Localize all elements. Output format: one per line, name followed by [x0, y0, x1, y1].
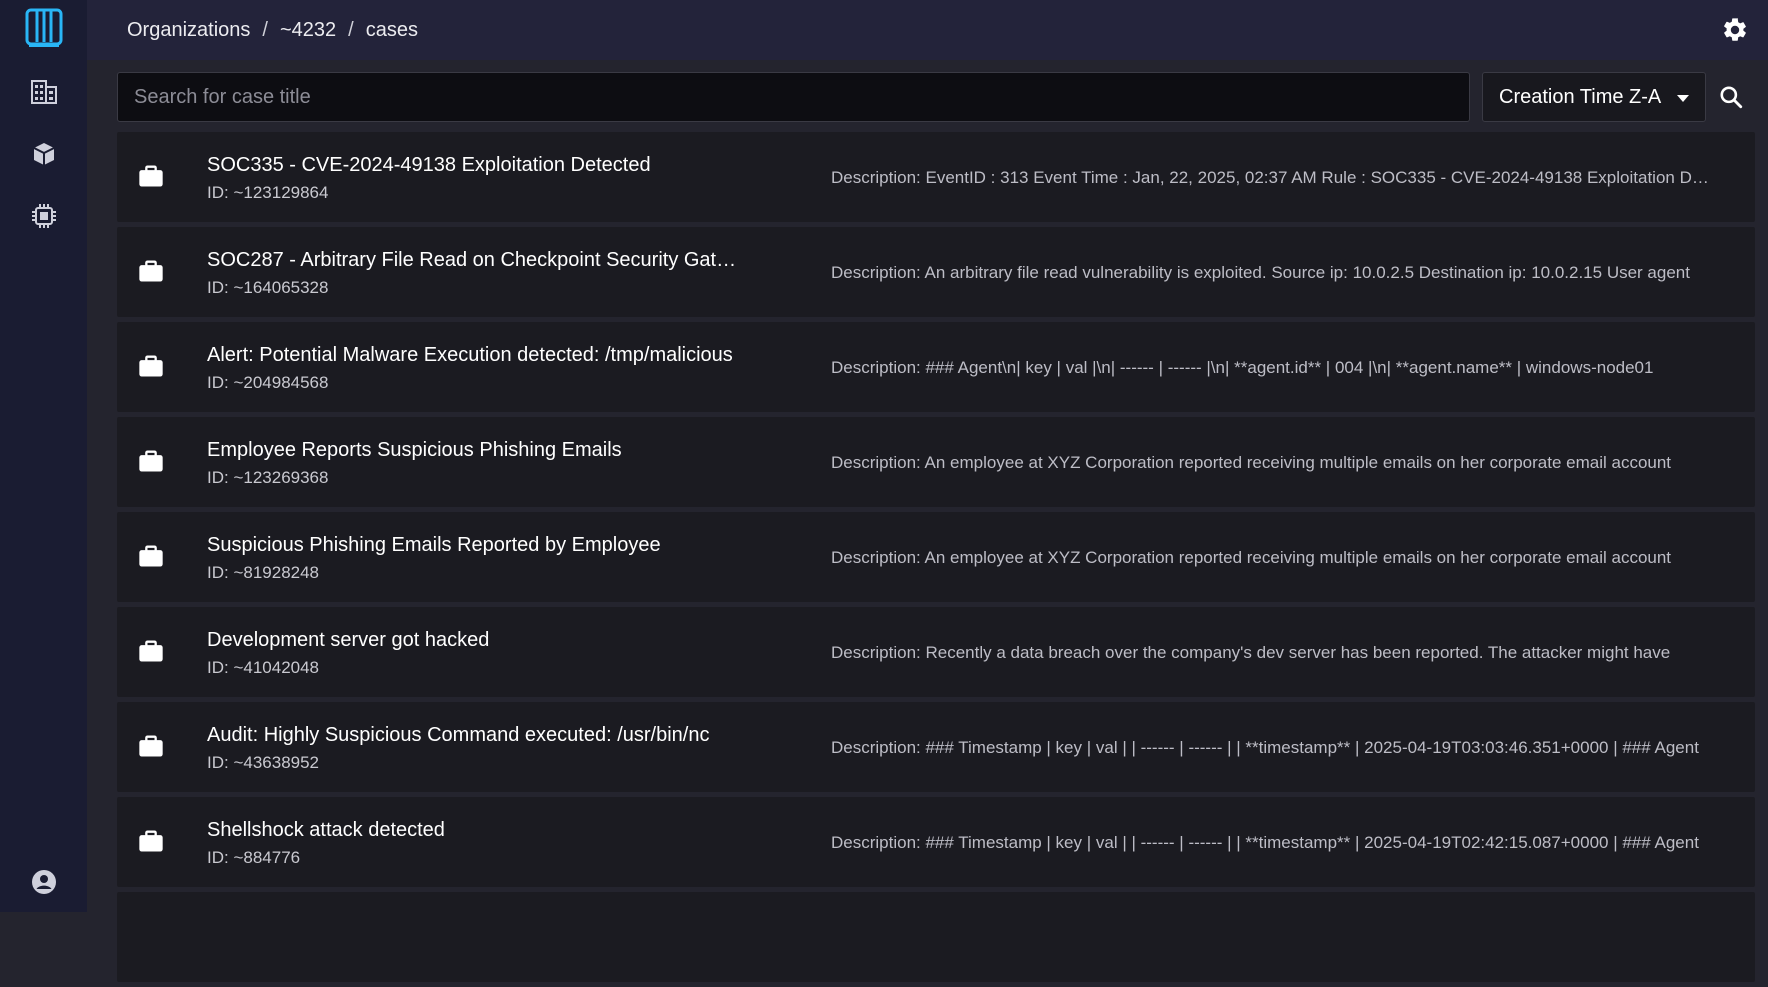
case-description: Description: An employee at XYZ Corporat…: [831, 548, 1672, 567]
case-row[interactable]: Audit: Highly Suspicious Command execute…: [117, 702, 1755, 792]
sidebar: [0, 0, 87, 912]
case-row[interactable]: SOC335 - CVE-2024-49138 Exploitation Det…: [117, 132, 1755, 222]
case-id: ID: ~884776: [207, 848, 301, 867]
top-bar: Organizations / ~4232 / cases: [87, 0, 1768, 60]
breadcrumb-organizations[interactable]: Organizations: [127, 19, 250, 42]
case-id: ID: ~41042048: [207, 658, 320, 677]
search-input[interactable]: [117, 72, 1470, 122]
gear-icon[interactable]: [1718, 13, 1752, 47]
case-id: ID: ~43638952: [207, 753, 320, 772]
briefcase-icon: [139, 735, 163, 757]
case-title: Alert: Potential Malware Execution detec…: [207, 344, 733, 366]
breadcrumb-org-id[interactable]: ~4232: [280, 19, 336, 42]
case-description: Description: EventID : 313 Event Time : …: [831, 168, 1711, 187]
briefcase-icon: [139, 260, 163, 282]
case-description: Description: ### Timestamp | key | val |…: [831, 833, 1699, 852]
breadcrumb-separator: /: [262, 18, 268, 41]
sort-select-value: Creation Time Z-A: [1499, 85, 1662, 108]
case-id: ID: ~123269368: [207, 468, 329, 487]
case-description: Description: Recently a data breach over…: [831, 643, 1671, 662]
cube-icon[interactable]: [0, 132, 87, 176]
case-id: ID: ~204984568: [207, 373, 329, 392]
briefcase-icon: [139, 830, 163, 852]
case-id: ID: ~123129864: [207, 183, 329, 202]
case-description: Description: An arbitrary file read vuln…: [831, 263, 1690, 282]
case-title: Employee Reports Suspicious Phishing Ema…: [207, 439, 622, 461]
case-id: ID: ~81928248: [207, 563, 320, 582]
logo-icon[interactable]: [0, 6, 87, 50]
briefcase-icon: [139, 450, 163, 472]
case-title: Development server got hacked: [207, 629, 490, 651]
case-description: Description: An employee at XYZ Corporat…: [831, 453, 1672, 472]
briefcase-icon: [139, 355, 163, 377]
breadcrumb: Organizations / ~4232 / cases: [127, 19, 418, 42]
briefcase-icon: [139, 640, 163, 662]
chip-icon[interactable]: [0, 194, 87, 238]
search-icon[interactable]: [1716, 82, 1746, 112]
case-row[interactable]: SOC287 - Arbitrary File Read on Checkpoi…: [117, 227, 1755, 317]
case-title: Audit: Highly Suspicious Command execute…: [207, 724, 710, 746]
caret-down-icon: [1677, 95, 1689, 102]
case-row[interactable]: Development server got hacked ID: ~41042…: [117, 607, 1755, 697]
case-row[interactable]: [117, 892, 1755, 982]
case-description: Description: ### Timestamp | key | val |…: [831, 738, 1699, 757]
briefcase-icon: [139, 165, 163, 187]
briefcase-icon: [139, 545, 163, 567]
breadcrumb-separator: /: [348, 18, 354, 41]
case-title: Suspicious Phishing Emails Reported by E…: [207, 534, 661, 556]
case-row[interactable]: Shellshock attack detected ID: ~884776 D…: [117, 797, 1755, 887]
case-title: SOC335 - CVE-2024-49138 Exploitation Det…: [207, 154, 651, 176]
case-row[interactable]: Alert: Potential Malware Execution detec…: [117, 322, 1755, 412]
breadcrumb-cases[interactable]: cases: [366, 19, 418, 42]
sort-select[interactable]: Creation Time Z-A: [1482, 72, 1706, 122]
case-description: Description: ### Agent\n| key | val |\n|…: [831, 358, 1654, 377]
user-circle-icon[interactable]: [0, 860, 87, 904]
case-list: SOC335 - CVE-2024-49138 Exploitation Det…: [117, 132, 1755, 987]
case-title: Shellshock attack detected: [207, 819, 445, 841]
case-row[interactable]: Suspicious Phishing Emails Reported by E…: [117, 512, 1755, 602]
case-id: ID: ~164065328: [207, 278, 329, 297]
building-icon[interactable]: [0, 70, 87, 114]
case-row[interactable]: Employee Reports Suspicious Phishing Ema…: [117, 417, 1755, 507]
case-title: SOC287 - Arbitrary File Read on Checkpoi…: [207, 249, 737, 271]
